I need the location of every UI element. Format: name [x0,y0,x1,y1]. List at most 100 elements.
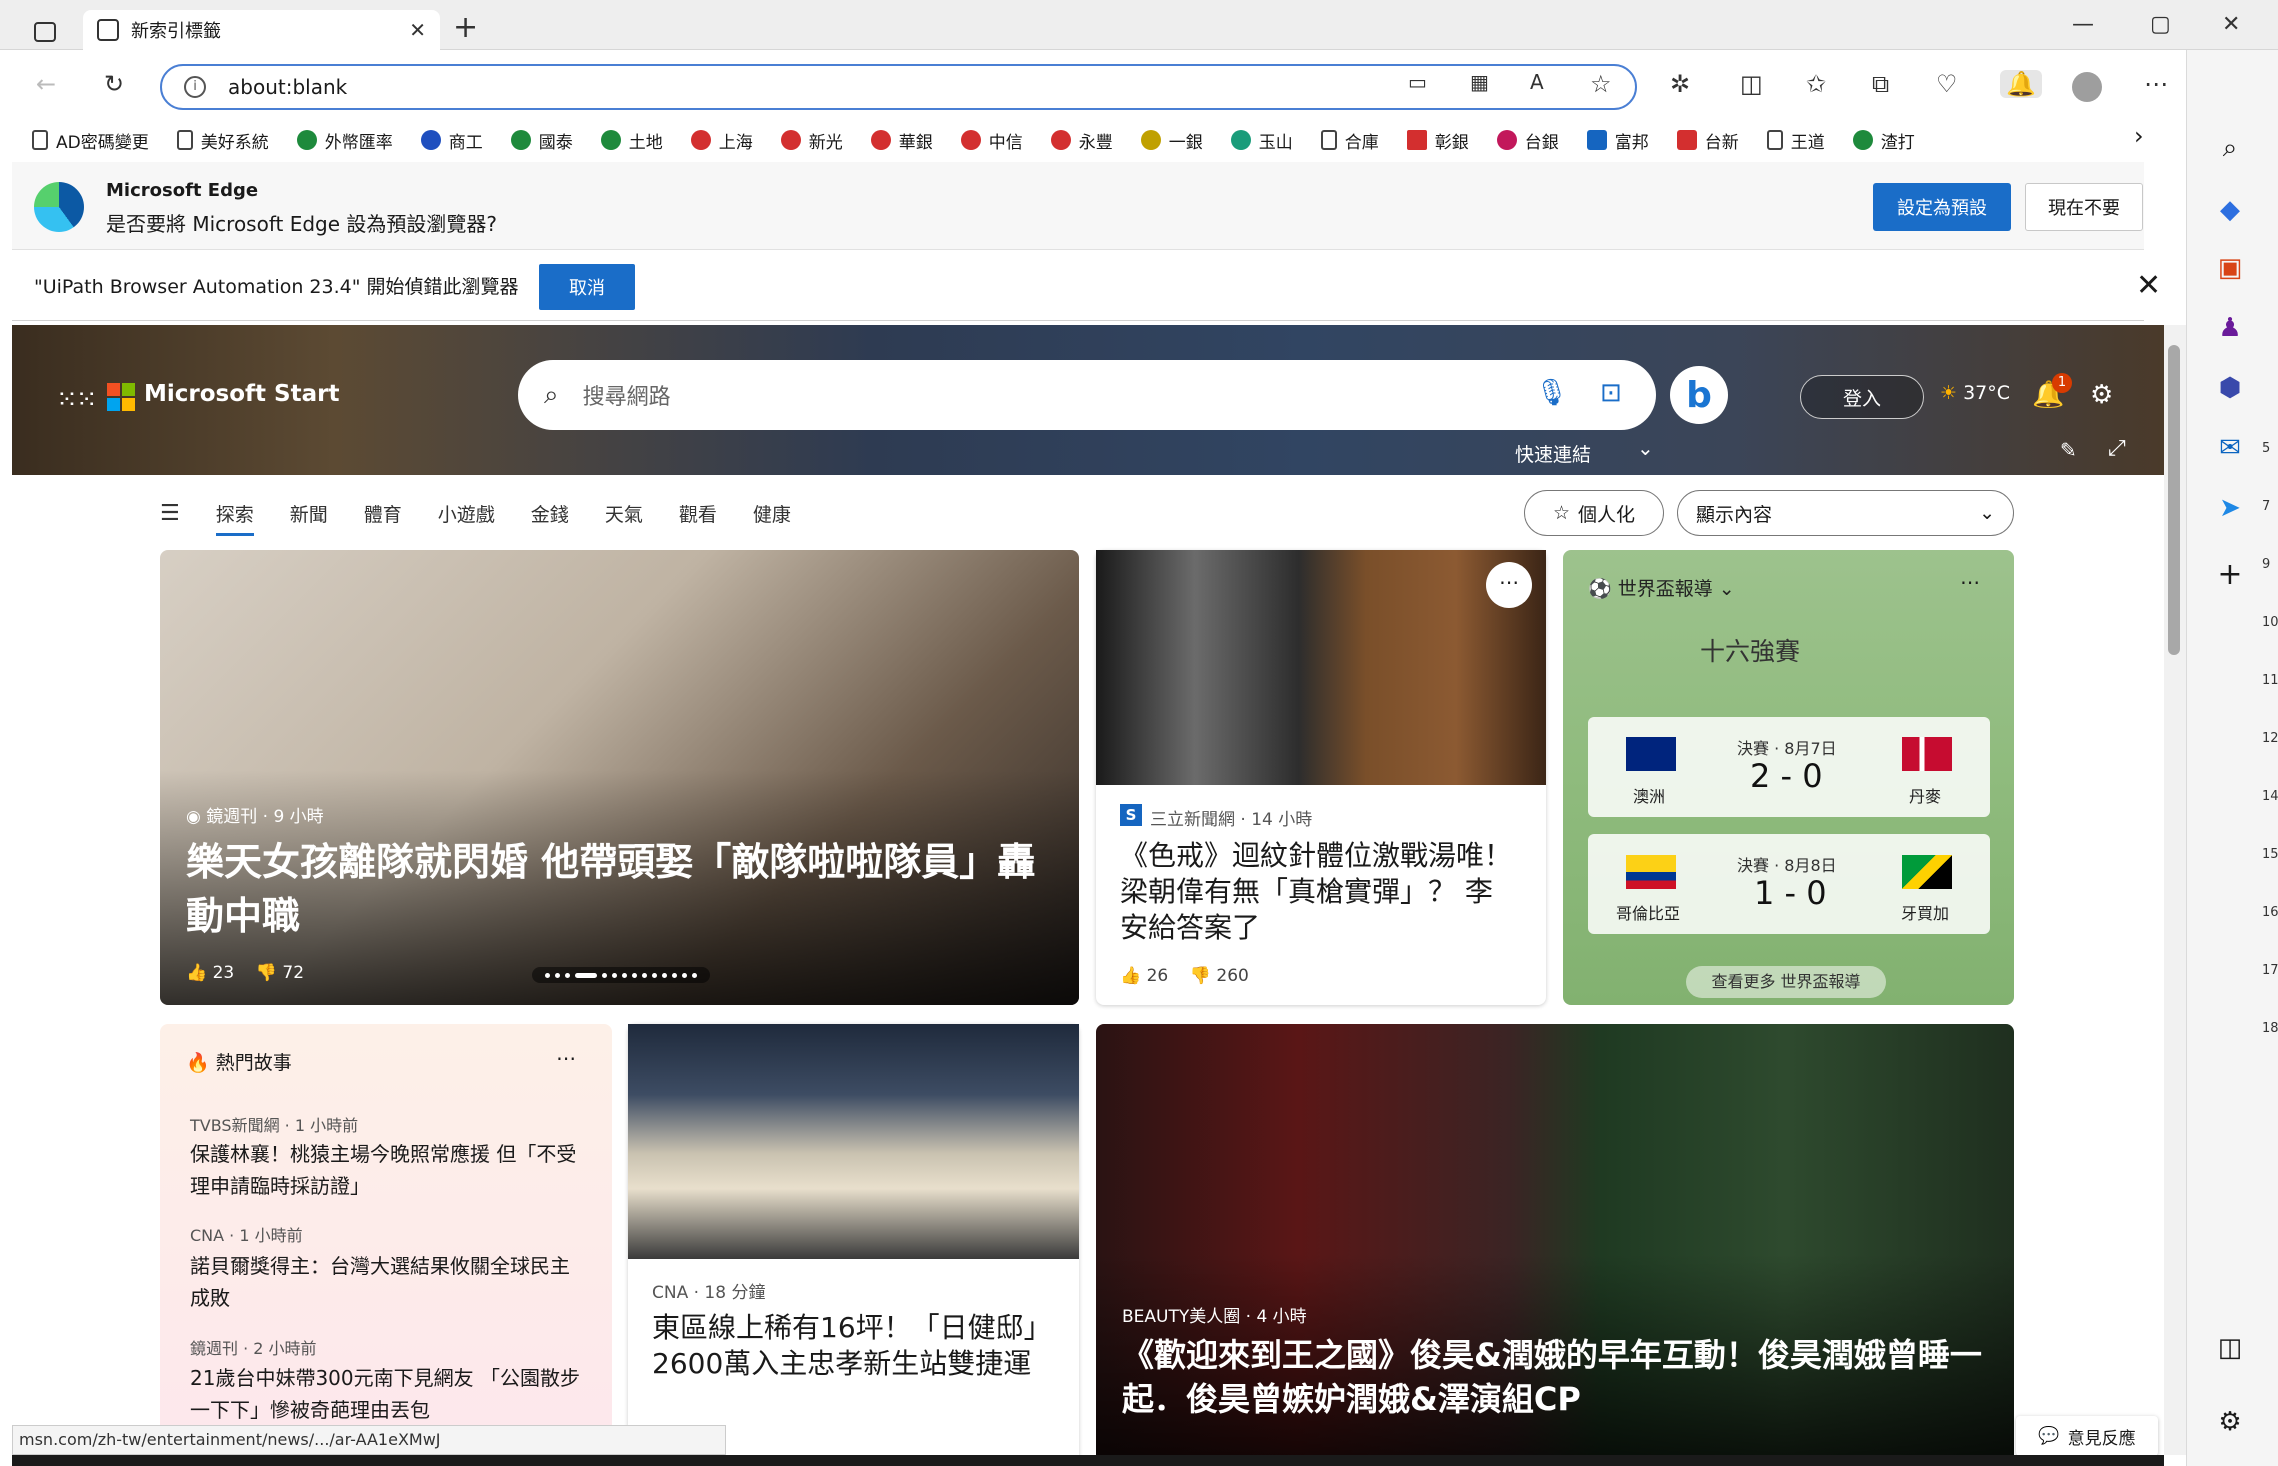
trending-story-title[interactable]: 21歲台中妹帶300元南下見網友 「公園散步一下下」慘被奇葩理由丟包 [190,1362,585,1426]
favorite-item[interactable]: 台銀 [1496,120,1559,160]
app-launcher-icon[interactable]: ⁙⁙ [56,385,98,415]
refresh-icon[interactable]: ↻ [104,70,124,98]
personalize-button[interactable]: ☆ 個人化 [1524,490,1664,536]
favorite-item[interactable]: 中信 [960,120,1023,160]
maximize-button[interactable]: ▢ [2150,12,2171,37]
close-window-button[interactable]: ✕ [2222,12,2240,37]
minimize-button[interactable]: — [2072,12,2094,37]
favorites-icon[interactable]: ✩ [1806,70,1826,98]
favorite-item[interactable]: 國泰 [510,120,573,160]
favorite-item[interactable]: 玉山 [1230,120,1293,160]
drop-icon[interactable]: ➤ [2212,490,2248,526]
profile-avatar[interactable] [2072,72,2102,102]
favorite-item[interactable]: 彰銀 [1406,120,1469,160]
bing-chat-button[interactable]: b [1670,366,1728,424]
cancel-debugging-button[interactable]: 取消 [539,264,635,310]
tab-new-tab[interactable]: 新索引標籤 ✕ [83,10,440,50]
collections-icon[interactable]: ⧉ [1872,70,1889,98]
thumbs-down-icon[interactable]: 👎 [1190,966,1211,986]
tab-close-icon[interactable]: ✕ [409,18,426,42]
favorites-more-chevron-icon[interactable]: › [2134,122,2144,150]
close-icon[interactable]: ✕ [2136,268,2161,303]
nav-tab[interactable]: 體育 [364,500,402,527]
feedback-button[interactable]: 💬 意見反應 [2016,1416,2158,1456]
nav-tab[interactable]: 天氣 [605,500,643,527]
browser-essentials-icon[interactable]: ♡ [1936,70,1958,98]
trending-story-title[interactable]: 諾貝爾獎得主：台灣大選結果攸關全球民主成敗 [190,1250,585,1314]
story-title[interactable]: 東區線上稀有16坪！「日健邸」2600萬入主忠孝新生站雙捷運 [652,1310,1057,1382]
sidebar-settings-icon[interactable]: ⚙ [2212,1404,2248,1440]
qr-code-icon[interactable]: ▦ [1470,70,1489,94]
carousel-indicator[interactable] [532,967,710,983]
read-aloud-icon[interactable]: A [1530,70,1544,94]
more-options-icon[interactable]: ⋯ [556,1046,576,1070]
favorite-item[interactable]: 上海 [690,120,753,160]
favorite-item[interactable]: 一銀 [1140,120,1203,160]
nav-tab[interactable]: 健康 [753,500,791,527]
nav-tab[interactable]: 小遊戲 [438,500,495,527]
more-options-icon[interactable]: ⋯ [1486,562,1532,608]
favorite-item[interactable]: 商工 [420,120,483,160]
hide-sidebar-icon[interactable]: ◫ [2212,1330,2248,1366]
back-icon[interactable]: ← [36,70,56,98]
favorite-item[interactable]: 王道 [1766,120,1825,160]
trending-story-title[interactable]: 保護林襄！桃猿主場今晚照常應援 但「不受理申請臨時採訪證」 [190,1138,585,1202]
shopping-icon[interactable]: ◆ [2212,192,2248,228]
gear-icon[interactable]: ⚙ [2090,380,2113,410]
login-button[interactable]: 登入 [1800,375,1924,419]
thumbs-up-icon[interactable]: 👍 [186,963,207,983]
not-now-button[interactable]: 現在不要 [2025,183,2143,231]
app-available-icon[interactable]: ▭ [1408,70,1427,94]
weather-widget[interactable]: ☀ 37°C [1940,382,2010,404]
hamburger-menu-icon[interactable]: ☰ [160,501,180,526]
favorite-item[interactable]: AD密碼變更 [32,120,149,160]
expand-icon[interactable]: ⤢ [2108,436,2126,461]
favorite-item[interactable]: 美好系統 [176,120,269,160]
favorite-item[interactable]: 渣打 [1852,120,1915,160]
tools-icon[interactable]: ▣ [2212,250,2248,286]
search-icon[interactable]: ⌕ [2212,130,2248,166]
visual-search-icon[interactable]: ⊡ [1600,378,1622,408]
favorite-star-icon[interactable]: ☆ [1590,70,1612,98]
story-title[interactable]: 《色戒》迴紋針體位激戰湯唯！梁朝偉有無「真槍實彈」？ 李安給答案了 [1120,838,1520,946]
nav-tab[interactable]: 金錢 [531,500,569,527]
display-content-dropdown[interactable]: 顯示內容 ⌄ [1677,490,2014,536]
favorite-item[interactable]: 永豐 [1050,120,1113,160]
thumbs-up-icon[interactable]: 👍 [1120,966,1141,986]
notifications-icon[interactable]: 🔔 [2000,70,2042,98]
extensions-icon[interactable]: ✲ [1670,70,1690,98]
games-icon[interactable]: ♟ [2212,310,2248,346]
world-cup-header[interactable]: ⚽ 世界盃報導 ⌄ [1588,574,1735,601]
brand-title[interactable]: Microsoft Start [144,381,339,407]
scrollbar-thumb[interactable] [2168,345,2180,655]
search-input[interactable]: 搜尋網路 [583,379,671,411]
favorite-item[interactable]: 合庫 [1320,120,1379,160]
address-input[interactable]: about:blank [228,75,347,99]
tab-actions-icon[interactable] [34,22,56,42]
set-default-button[interactable]: 設定為預設 [1873,183,2011,231]
outlook-icon[interactable]: ✉ [2212,430,2248,466]
add-sidebar-app-icon[interactable]: + [2212,556,2248,592]
more-menu-icon[interactable]: ⋯ [2144,70,2168,98]
favorite-item[interactable]: 華銀 [870,120,933,160]
favorite-item[interactable]: 台新 [1676,120,1739,160]
thumbs-down-icon[interactable]: 👎 [256,963,277,983]
story-title[interactable]: 《歡迎來到王之國》俊昊&潤娥的早年互動！俊昊潤娥曾睡一起．俊昊曾嫉妒潤娥&澤演組… [1122,1333,1992,1421]
story-title[interactable]: 樂天女孩離隊就閃婚 他帶頭娶「敵隊啦啦隊員」轟動中職 [186,835,1046,943]
favorite-item[interactable]: 新光 [780,120,843,160]
more-options-icon[interactable]: ⋯ [1960,570,1980,594]
favorite-item[interactable]: 外幣匯率 [296,120,393,160]
edit-icon[interactable]: ✎ [2060,438,2077,462]
web-search-box[interactable]: ⌕ 搜尋網路 [518,360,1656,430]
microsoft-365-icon[interactable]: ⬢ [2212,370,2248,406]
info-icon[interactable]: i [184,76,206,98]
microphone-icon[interactable]: 🎙 [1535,378,1568,408]
nav-tab[interactable]: 探索 [215,500,254,536]
chevron-down-icon[interactable]: ⌄ [1637,436,1654,460]
see-more-world-cup-link[interactable]: 查看更多 世界盃報導 [1686,966,1886,998]
favorite-item[interactable]: 土地 [600,120,663,160]
split-screen-icon[interactable]: ◫ [1740,70,1763,98]
quick-links-button[interactable]: 快速連結 [1515,440,1591,467]
favorite-item[interactable]: 富邦 [1586,120,1649,160]
nav-tab[interactable]: 觀看 [679,500,717,527]
